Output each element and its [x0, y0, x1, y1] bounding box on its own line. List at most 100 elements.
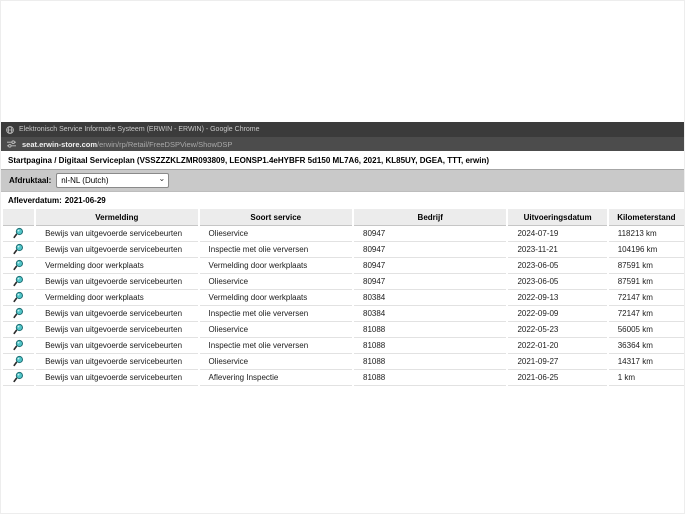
magnifier-icon[interactable] [13, 323, 24, 335]
magnifier-icon[interactable] [13, 291, 24, 303]
header-uitvoeringsdatum: Uitvoeringsdatum [508, 209, 606, 226]
address-bar[interactable]: seat.erwin-store.com/erwin/rp/Retail/Fre… [1, 137, 684, 151]
detail-magnifier-cell [3, 290, 34, 306]
vermelding-cell: Bewijs van uitgevoerde servicebeurten [36, 274, 197, 290]
bedrijf-cell: 80384 [354, 306, 506, 322]
uitvoeringsdatum-cell: 2023-11-21 [508, 242, 606, 258]
globe-icon [6, 126, 14, 134]
header-vermelding: Vermelding [36, 209, 197, 226]
print-language-bar: Afdruktaal: nl-NL (Dutch) ⌄ [1, 170, 684, 192]
table-row: Bewijs van uitgevoerde servicebeurtenAfl… [3, 370, 684, 386]
soort-service-cell: Inspectie met olie verversen [200, 242, 352, 258]
kilometerstand-cell: 87591 km [609, 274, 684, 290]
table-row: Bewijs van uitgevoerde servicebeurtenOli… [3, 354, 684, 370]
soort-service-cell: Inspectie met olie verversen [200, 338, 352, 354]
magnifier-icon[interactable] [13, 275, 24, 287]
uitvoeringsdatum-cell: 2023-06-05 [508, 258, 606, 274]
magnifier-icon[interactable] [13, 355, 24, 367]
uitvoeringsdatum-cell: 2024-07-19 [508, 226, 606, 242]
magnifier-icon[interactable] [13, 339, 24, 351]
uitvoeringsdatum-cell: 2021-09-27 [508, 354, 606, 370]
kilometerstand-cell: 72147 km [609, 290, 684, 306]
vermelding-cell: Vermelding door werkplaats [36, 290, 197, 306]
kilometerstand-cell: 87591 km [609, 258, 684, 274]
table-row: Bewijs van uitgevoerde servicebeurtenIns… [3, 306, 684, 322]
bedrijf-cell: 81088 [354, 370, 506, 386]
kilometerstand-cell: 56005 km [609, 322, 684, 338]
kilometerstand-cell: 72147 km [609, 306, 684, 322]
window-title: Elektronisch Service Informatie Systeem … [19, 126, 260, 133]
soort-service-cell: Aflevering Inspectie [200, 370, 352, 386]
breadcrumb-row: Startpagina / Digitaal Serviceplan (VSSZ… [1, 151, 684, 170]
chevron-down-icon: ⌄ [159, 176, 166, 181]
magnifier-icon[interactable] [13, 307, 24, 319]
detail-magnifier-cell [3, 354, 34, 370]
detail-magnifier-cell [3, 226, 34, 242]
vermelding-cell: Bewijs van uitgevoerde servicebeurten [36, 306, 197, 322]
vermelding-cell: Bewijs van uitgevoerde servicebeurten [36, 242, 197, 258]
table-row: Bewijs van uitgevoerde servicebeurtenIns… [3, 338, 684, 354]
bedrijf-cell: 80947 [354, 226, 506, 242]
browser-window: Elektronisch Service Informatie Systeem … [1, 122, 684, 386]
detail-magnifier-cell [3, 258, 34, 274]
table-row: Bewijs van uitgevoerde servicebeurtenOli… [3, 226, 684, 242]
bedrijf-cell: 81088 [354, 338, 506, 354]
detail-magnifier-cell [3, 370, 34, 386]
bedrijf-cell: 80384 [354, 290, 506, 306]
vermelding-cell: Bewijs van uitgevoerde servicebeurten [36, 354, 197, 370]
print-language-value: nl-NL (Dutch) [61, 176, 108, 185]
soort-service-cell: Inspectie met olie verversen [200, 306, 352, 322]
print-language-label: Afdruktaal: [9, 176, 51, 185]
table-header-row: VermeldingSoort serviceBedrijfUitvoering… [3, 209, 684, 226]
magnifier-icon[interactable] [13, 259, 24, 271]
kilometerstand-cell: 1 km [609, 370, 684, 386]
vermelding-cell: Bewijs van uitgevoerde servicebeurten [36, 370, 197, 386]
bedrijf-cell: 80947 [354, 258, 506, 274]
breadcrumb: Startpagina / Digitaal Serviceplan (VSSZ… [8, 156, 489, 165]
table-row: Vermelding door werkplaatsVermelding doo… [3, 290, 684, 306]
uitvoeringsdatum-cell: 2023-06-05 [508, 274, 606, 290]
window-titlebar: Elektronisch Service Informatie Systeem … [1, 122, 684, 137]
detail-magnifier-cell [3, 242, 34, 258]
vermelding-cell: Bewijs van uitgevoerde servicebeurten [36, 338, 197, 354]
detail-magnifier-cell [3, 322, 34, 338]
kilometerstand-cell: 14317 km [609, 354, 684, 370]
soort-service-cell: Olieservice [200, 322, 352, 338]
bedrijf-cell: 81088 [354, 354, 506, 370]
soort-service-cell: Vermelding door werkplaats [200, 258, 352, 274]
soort-service-cell: Olieservice [200, 274, 352, 290]
table-body: Bewijs van uitgevoerde servicebeurtenOli… [3, 226, 684, 386]
top-whitespace [1, 1, 684, 122]
table-row: Vermelding door werkplaatsVermelding doo… [3, 258, 684, 274]
uitvoeringsdatum-cell: 2021-06-25 [508, 370, 606, 386]
delivery-date-row: Afleverdatum: 2021-06-29 [1, 192, 684, 208]
uitvoeringsdatum-cell: 2022-09-09 [508, 306, 606, 322]
soort-service-cell: Vermelding door werkplaats [200, 290, 352, 306]
header-kilometerstand: Kilometerstand [609, 209, 684, 226]
table-row: Bewijs van uitgevoerde servicebeurtenOli… [3, 274, 684, 290]
magnifier-icon[interactable] [13, 243, 24, 255]
magnifier-icon[interactable] [13, 227, 24, 239]
kilometerstand-cell: 118213 km [609, 226, 684, 242]
url-path: /erwin/rp/Retail/FreeDSPView/ShowDSP [97, 140, 232, 149]
bedrijf-cell: 81088 [354, 322, 506, 338]
url-domain: seat.erwin-store.com [22, 140, 97, 149]
detail-magnifier-cell [3, 338, 34, 354]
kilometerstand-cell: 104196 km [609, 242, 684, 258]
vermelding-cell: Bewijs van uitgevoerde servicebeurten [36, 322, 197, 338]
header-soort-service: Soort service [200, 209, 352, 226]
uitvoeringsdatum-cell: 2022-01-20 [508, 338, 606, 354]
kilometerstand-cell: 36364 km [609, 338, 684, 354]
soort-service-cell: Olieservice [200, 354, 352, 370]
delivery-date-value: 2021-06-29 [65, 196, 106, 205]
table-row: Bewijs van uitgevoerde servicebeurtenOli… [3, 322, 684, 338]
tune-icon [7, 140, 16, 148]
bedrijf-cell: 80947 [354, 242, 506, 258]
screenshot-canvas: Elektronisch Service Informatie Systeem … [0, 0, 685, 514]
header-bedrijf: Bedrijf [354, 209, 506, 226]
detail-magnifier-cell [3, 274, 34, 290]
uitvoeringsdatum-cell: 2022-09-13 [508, 290, 606, 306]
soort-service-cell: Olieservice [200, 226, 352, 242]
magnifier-icon[interactable] [13, 371, 24, 383]
print-language-select[interactable]: nl-NL (Dutch) ⌄ [56, 173, 169, 188]
